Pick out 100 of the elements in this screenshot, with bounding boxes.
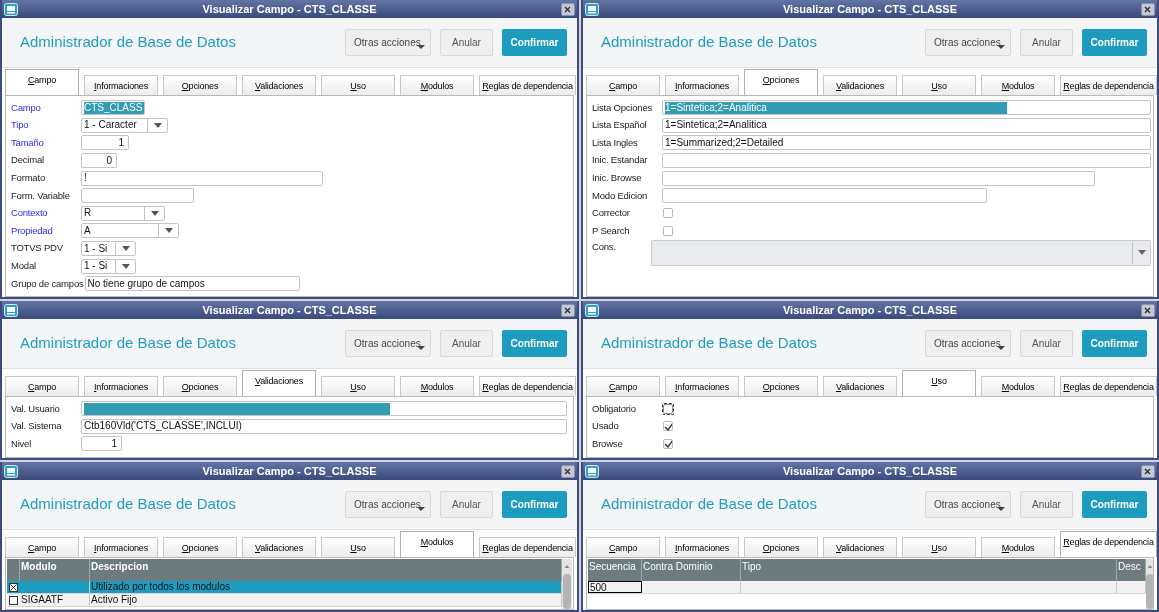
checkbox[interactable] <box>9 595 18 605</box>
tab[interactable]: Reglas de dependencia <box>479 537 576 557</box>
tab[interactable]: Informaciones <box>84 376 158 396</box>
tab[interactable]: Opciones <box>744 537 818 557</box>
tab[interactable]: Reglas de dependencia <box>1060 376 1157 396</box>
tab[interactable]: Validaciones <box>242 537 316 557</box>
tab[interactable]: Campo <box>5 537 79 557</box>
tab[interactable]: Validaciones <box>823 537 897 557</box>
dropdown-field[interactable]: A <box>81 223 179 239</box>
close-button[interactable] <box>1141 303 1155 317</box>
tab[interactable]: Modulos <box>400 75 474 95</box>
lookup-field[interactable] <box>651 239 1151 266</box>
more-actions-button[interactable]: Otras acciones <box>925 491 1011 518</box>
tab[interactable]: Opciones <box>163 376 237 396</box>
tab[interactable]: Modulos <box>981 376 1055 396</box>
checkbox[interactable] <box>663 208 673 219</box>
tab[interactable]: Informaciones <box>665 75 739 95</box>
tab[interactable]: Informaciones <box>84 75 158 95</box>
scroll-thumb[interactable] <box>563 573 571 609</box>
tab[interactable]: Modulos <box>400 531 474 557</box>
checkbox[interactable] <box>663 403 673 414</box>
scrollbar[interactable] <box>562 559 572 609</box>
input-field[interactable]: 1 <box>81 436 122 452</box>
tab[interactable]: Informaciones <box>665 537 739 557</box>
checkbox[interactable] <box>663 225 673 236</box>
input-field[interactable] <box>662 153 1151 169</box>
cancel-button[interactable]: Anular <box>1020 330 1073 357</box>
tab[interactable]: Informaciones <box>665 376 739 396</box>
dropdown-field[interactable]: 1 - Caracter <box>81 117 168 133</box>
input-field[interactable]: ! <box>81 170 323 186</box>
tab[interactable]: Validaciones <box>242 75 316 95</box>
tab[interactable]: Modulos <box>981 75 1055 95</box>
tab[interactable]: Opciones <box>744 376 818 396</box>
scroll-up-icon[interactable] <box>563 565 571 568</box>
dropdown-field[interactable]: 1 - Si <box>81 258 136 274</box>
cancel-button[interactable]: Anular <box>1020 29 1073 56</box>
cancel-button[interactable]: Anular <box>440 29 493 56</box>
table-row[interactable]: SIGAATF Activo Fijo <box>7 594 562 607</box>
cancel-button[interactable]: Anular <box>1020 491 1073 518</box>
tab[interactable]: Campo <box>5 69 79 95</box>
dropdown-field[interactable]: R <box>81 205 165 221</box>
tab[interactable]: Campo <box>586 376 660 396</box>
scroll-up-icon[interactable] <box>1146 565 1153 568</box>
input-field[interactable] <box>81 188 194 204</box>
tab[interactable]: Uso <box>902 75 976 95</box>
tab[interactable]: Modulos <box>400 376 474 396</box>
close-button[interactable] <box>561 464 575 478</box>
close-button[interactable] <box>1141 2 1155 16</box>
caret-icon <box>417 45 425 49</box>
more-actions-button[interactable]: Otras acciones <box>925 29 1011 56</box>
dropdown-field[interactable]: 1 - Si <box>81 241 136 257</box>
tab[interactable]: Campo <box>586 75 660 95</box>
input-field[interactable]: 1 <box>81 135 129 151</box>
input-field[interactable]: 1=Summarized;2=Detailed <box>662 135 1151 151</box>
more-actions-button[interactable]: Otras acciones <box>345 29 431 56</box>
tab[interactable]: Validaciones <box>823 75 897 95</box>
tab[interactable]: Informaciones <box>84 537 158 557</box>
window-title: Visualizar Campo - CTS_CLASSE <box>783 463 957 479</box>
close-button[interactable] <box>561 303 575 317</box>
input-field[interactable] <box>81 401 567 417</box>
caret-icon <box>997 507 1005 511</box>
input-field[interactable] <box>662 170 1095 186</box>
table-row[interactable]: 500 <box>588 581 1146 594</box>
tab[interactable]: Reglas de dependencia <box>1060 531 1157 557</box>
more-actions-button[interactable]: Otras acciones <box>345 491 431 518</box>
tab[interactable]: Campo <box>5 376 79 396</box>
input-field[interactable]: 1=Sintetica;2=Analitica <box>662 117 1151 133</box>
close-button[interactable] <box>561 2 575 16</box>
field-label: Lista Ingles <box>592 135 639 150</box>
tab[interactable]: Validaciones <box>242 370 316 396</box>
tab[interactable]: Reglas de dependencia <box>479 376 576 396</box>
tab[interactable]: Reglas de dependencia <box>1060 75 1157 95</box>
tab[interactable]: Uso <box>902 370 976 396</box>
more-actions-button[interactable]: Otras acciones <box>345 330 431 357</box>
scrollbar[interactable] <box>1146 559 1153 609</box>
tab[interactable]: Uso <box>902 537 976 557</box>
input-field[interactable]: No tiene grupo de campos <box>84 276 300 292</box>
tab[interactable]: Opciones <box>163 75 237 95</box>
close-button[interactable] <box>1141 464 1155 478</box>
tab[interactable]: Uso <box>321 75 395 95</box>
cancel-button[interactable]: Anular <box>440 330 493 357</box>
tab[interactable]: Uso <box>321 376 395 396</box>
checkbox[interactable] <box>9 582 18 592</box>
tab[interactable]: Uso <box>321 537 395 557</box>
checkbox[interactable] <box>663 439 673 449</box>
input-field[interactable] <box>662 188 987 204</box>
tab[interactable]: Opciones <box>744 69 818 95</box>
tab[interactable]: Reglas de dependencia <box>479 75 576 95</box>
cancel-button[interactable]: Anular <box>440 491 493 518</box>
close-icon <box>1144 5 1152 13</box>
scroll-thumb[interactable] <box>1146 573 1153 609</box>
more-actions-button[interactable]: Otras acciones <box>925 330 1011 357</box>
checkbox[interactable] <box>663 421 673 432</box>
table-row[interactable]: Utilizado por todos los modulos <box>7 581 562 594</box>
input-field[interactable]: Ctb160Vld('CTS_CLASSE',INCLUI) <box>81 418 567 434</box>
input-field[interactable]: 0 <box>81 153 117 169</box>
tab[interactable]: Opciones <box>163 537 237 557</box>
tab[interactable]: Campo <box>586 537 660 557</box>
tab[interactable]: Modulos <box>981 537 1055 557</box>
tab[interactable]: Validaciones <box>823 376 897 396</box>
